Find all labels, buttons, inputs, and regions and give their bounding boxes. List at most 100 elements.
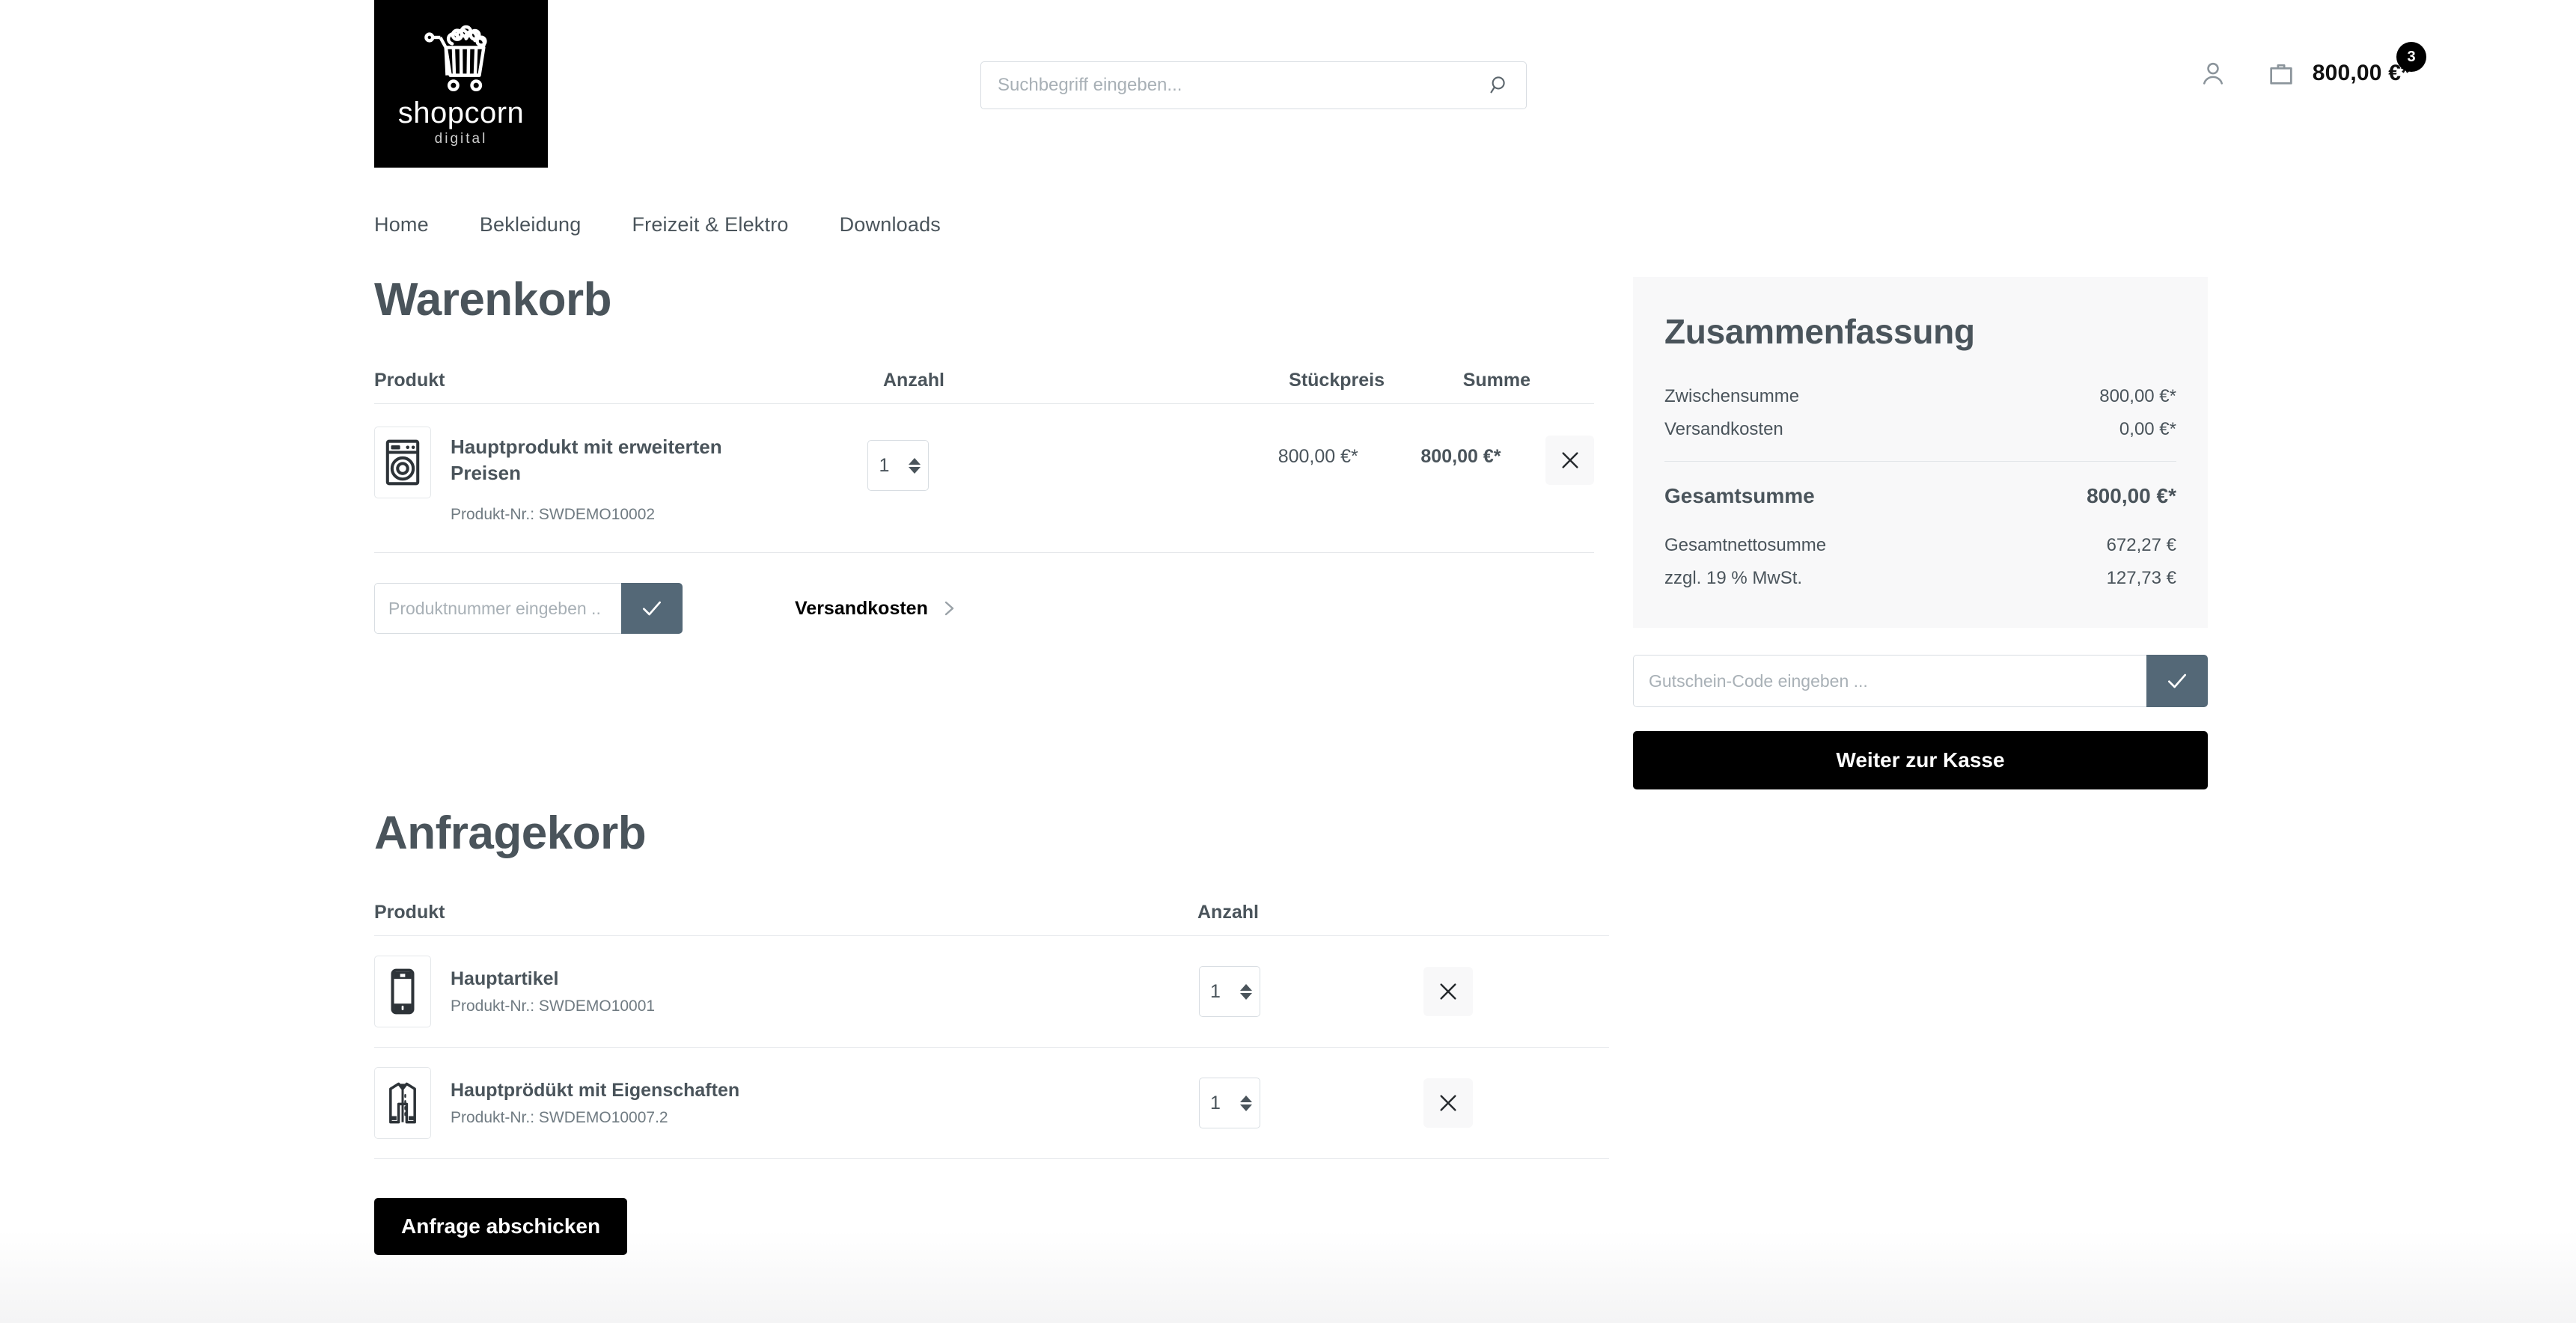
product-number: Produkt-Nr.: SWDEMO10002	[451, 506, 656, 524]
stepper-down-icon[interactable]	[1240, 992, 1252, 1000]
inquiry-col-product: Produkt	[374, 902, 445, 923]
summary-column: Zusammenfassung Zwischensumme 800,00 €* …	[1633, 277, 2208, 789]
shipping-costs-label: Versandkosten	[795, 597, 928, 619]
product-number-input[interactable]	[374, 583, 621, 635]
summary-label-vat: zzgl. 19 % MwSt.	[1664, 568, 1803, 588]
quantity-value: 1	[1210, 980, 1221, 1002]
table-row: Hauptprodukt mit erweiterten Preisen Pro…	[374, 403, 1594, 554]
summary-value-net-total: 672,27 €	[2106, 535, 2176, 555]
table-row: Hauptartikel Produkt-Nr.: SWDEMO10001 1	[374, 935, 1609, 1047]
stepper-up-icon[interactable]	[1240, 1095, 1252, 1102]
stepper-down-icon[interactable]	[1240, 1104, 1252, 1111]
submit-inquiry-button[interactable]: Anfrage abschicken	[374, 1198, 628, 1256]
product-name-link[interactable]: Hauptartikel	[451, 968, 1199, 990]
stepper-arrows[interactable]	[1240, 983, 1252, 1000]
cart-col-unit-price: Stückpreis	[1289, 370, 1385, 391]
close-icon	[1440, 1095, 1456, 1111]
product-number-group	[374, 583, 683, 635]
product-thumbnail[interactable]	[374, 427, 431, 498]
remove-item-button[interactable]	[1545, 436, 1594, 485]
summary-title: Zusammenfassung	[1664, 312, 1975, 351]
product-details: Hauptprodukt mit erweiterten Preisen Pro…	[451, 427, 867, 524]
voucher-code-input[interactable]	[1633, 655, 2146, 707]
unit-price-value: 800,00 €*	[1278, 446, 1358, 467]
inquiry-page-title: Anfragekorb	[374, 807, 647, 860]
shopping-bag-icon	[2270, 64, 2292, 85]
washing-machine-icon	[385, 439, 420, 486]
chevron-right-icon	[944, 601, 954, 616]
add-product-row: Versandkosten	[374, 583, 1594, 635]
summary-value-subtotal: 800,00 €*	[2099, 386, 2176, 406]
stepper-arrows[interactable]	[1240, 1095, 1252, 1111]
quantity-value: 1	[879, 454, 890, 476]
inquiry-table-header: Produkt Anzahl	[374, 902, 1609, 935]
quantity-stepper[interactable]: 1	[1199, 1078, 1260, 1129]
proceed-to-checkout-button[interactable]: Weiter zur Kasse	[1633, 731, 2208, 789]
logo-wordmark: shopcorn	[397, 97, 525, 129]
summary-label-shipping: Versandkosten	[1664, 419, 1783, 439]
header-actions: 800,00 €* 3	[2199, 42, 2426, 88]
stepper-arrows[interactable]	[909, 457, 921, 474]
search-bar[interactable]	[980, 61, 1527, 109]
quantity-cell: 1	[1199, 1078, 1423, 1129]
product-thumbnail[interactable]	[374, 1067, 431, 1140]
table-row: Hauptprödükt mit Eigenschaften Produkt-N…	[374, 1047, 1609, 1160]
check-icon	[2168, 673, 2186, 688]
search-icon	[1490, 76, 1505, 94]
smartphone-icon	[391, 968, 415, 1015]
nav-item-freizeit-elektro[interactable]: Freizeit & Elektro	[632, 213, 788, 236]
search-submit-button[interactable]	[1487, 73, 1513, 98]
voucher-group	[1633, 655, 2208, 707]
quantity-stepper[interactable]: 1	[867, 440, 930, 491]
order-summary-panel: Zusammenfassung Zwischensumme 800,00 €* …	[1633, 277, 2208, 628]
nav-item-downloads[interactable]: Downloads	[840, 213, 941, 236]
nav-item-home[interactable]: Home	[374, 213, 429, 236]
quantity-stepper[interactable]: 1	[1199, 966, 1260, 1018]
cart-col-quantity: Anzahl	[883, 370, 944, 391]
cart-widget[interactable]: 800,00 €* 3	[2266, 42, 2426, 88]
remove-item-button[interactable]	[1423, 1078, 1473, 1128]
search-input[interactable]	[998, 75, 1487, 96]
logo-tagline: digital	[434, 131, 488, 147]
summary-label-net-total: Gesamtnettosumme	[1664, 535, 1827, 555]
voucher-submit-button[interactable]	[2146, 655, 2208, 707]
quantity-value: 1	[1210, 1092, 1221, 1113]
add-product-submit-button[interactable]	[621, 583, 683, 635]
cart-column: Warenkorb Produkt Anzahl Stückpreis Summ…	[374, 277, 1609, 1256]
product-thumbnail[interactable]	[374, 956, 431, 1028]
summary-line-net-total: Gesamtnettosumme 672,27 €	[1664, 529, 2176, 562]
nav-item-bekleidung[interactable]: Bekleidung	[480, 213, 582, 236]
product-number: Produkt-Nr.: SWDEMO10007.2	[451, 1108, 668, 1126]
close-icon	[1440, 983, 1456, 1000]
product-name-link[interactable]: Hauptprodukt mit erweiterten Preisen	[451, 434, 780, 486]
jacket-icon	[389, 1082, 416, 1124]
product-name-link[interactable]: Hauptprödükt mit Eigenschaften	[451, 1080, 1199, 1102]
popcorn-cart-icon	[424, 25, 487, 92]
cart-col-product: Produkt	[374, 370, 445, 391]
shipping-costs-link[interactable]: Versandkosten	[795, 598, 958, 620]
stepper-up-icon[interactable]	[1240, 983, 1252, 991]
cart-total-amount: 800,00 €*	[2312, 61, 2410, 85]
product-details: Hauptartikel Produkt-Nr.: SWDEMO10001	[451, 968, 1199, 1015]
account-button[interactable]	[2199, 59, 2227, 88]
cart-table-header: Produkt Anzahl Stückpreis Summe	[374, 370, 1594, 403]
inquiry-basket-section: Anfragekorb Produkt Anzahl Hauptartikel …	[374, 807, 1609, 1256]
stepper-up-icon[interactable]	[909, 457, 921, 465]
close-icon	[1562, 452, 1578, 468]
quantity-cell: 1	[867, 427, 1146, 491]
summary-line-subtotal: Zwischensumme 800,00 €*	[1664, 380, 2176, 413]
summary-line-grand-total: Gesamtsumme 800,00 €*	[1664, 478, 2176, 514]
summary-value-grand-total: 800,00 €*	[2087, 484, 2176, 507]
summary-label-grand-total: Gesamtsumme	[1664, 484, 1815, 507]
product-number: Produkt-Nr.: SWDEMO10001	[451, 997, 656, 1015]
summary-value-vat: 127,73 €	[2106, 568, 2176, 588]
site-logo[interactable]: shopcorn digital	[374, 0, 548, 168]
remove-item-button[interactable]	[1423, 967, 1473, 1017]
site-header: shopcorn digital 800,00 €* 3	[0, 0, 2576, 236]
summary-line-shipping: Versandkosten 0,00 €*	[1664, 413, 2176, 446]
line-total-value: 800,00 €*	[1420, 446, 1501, 467]
stepper-down-icon[interactable]	[909, 466, 921, 474]
product-details: Hauptprödükt mit Eigenschaften Produkt-N…	[451, 1080, 1199, 1127]
quantity-cell: 1	[1199, 966, 1423, 1018]
summary-label-subtotal: Zwischensumme	[1664, 386, 1800, 406]
